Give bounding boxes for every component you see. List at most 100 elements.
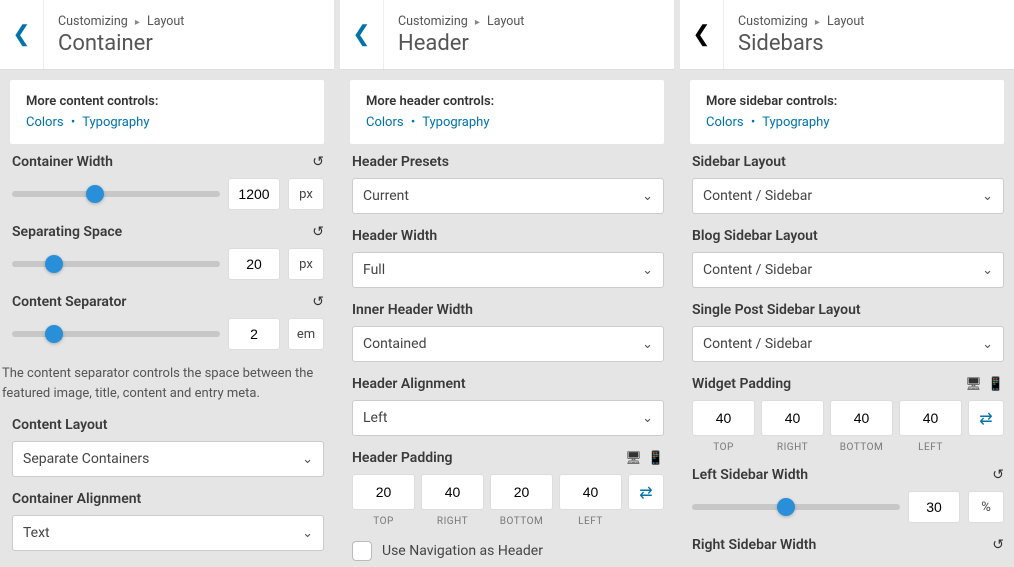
widget-padding-label: Widget Padding: [692, 376, 791, 392]
link-values-button[interactable]: ⇄: [628, 474, 664, 510]
chevron-down-icon: ⌄: [642, 337, 653, 352]
chevron-left-icon: ❮: [692, 22, 710, 47]
reset-icon[interactable]: ↺: [312, 224, 324, 240]
slider-thumb[interactable]: [777, 498, 795, 516]
help-text: The content separator controls the space…: [2, 364, 334, 417]
back-button[interactable]: ❮: [340, 0, 384, 69]
use-nav-checkbox[interactable]: [352, 541, 372, 561]
breadcrumb: Customizing ▸ Layout: [398, 14, 524, 29]
breadcrumb-root: Customizing: [738, 14, 808, 29]
select-value: Content / Sidebar: [703, 336, 812, 352]
widget-padding-right-input[interactable]: [761, 400, 824, 436]
separating-space-input[interactable]: [228, 248, 280, 280]
back-button[interactable]: ❮: [0, 0, 44, 69]
slider-thumb[interactable]: [86, 185, 104, 203]
header-presets-label: Header Presets: [352, 154, 449, 170]
content-layout-label: Content Layout: [12, 417, 107, 433]
link-typography[interactable]: Typography: [422, 115, 489, 130]
select-value: Separate Containers: [23, 451, 149, 467]
dot-separator: •: [411, 115, 415, 130]
chevron-down-icon: ⌄: [982, 337, 993, 352]
info-title: More sidebar controls:: [706, 94, 988, 109]
content-separator-slider[interactable]: [12, 331, 220, 337]
separating-space-label: Separating Space: [12, 224, 122, 240]
sidebar-layout-select[interactable]: Content / Sidebar ⌄: [692, 178, 1004, 214]
unit-box-em: em: [288, 318, 324, 350]
header-padding-right-input[interactable]: [421, 474, 484, 510]
link-typography[interactable]: Typography: [82, 115, 149, 130]
info-title: More header controls:: [366, 94, 648, 109]
link-values-button[interactable]: ⇄: [968, 400, 1004, 436]
link-colors[interactable]: Colors: [366, 115, 404, 130]
right-sidebar-width-label: Right Sidebar Width: [692, 537, 816, 553]
unit-box-percent: %: [968, 491, 1004, 523]
unit-box-px: px: [288, 178, 324, 210]
chevron-down-icon: ⌄: [642, 263, 653, 278]
chevron-down-icon: ⌄: [642, 189, 653, 204]
panel-header-container: ❮ Customizing ▸ Layout Container: [0, 0, 334, 70]
desktop-icon[interactable]: 🖥: [625, 451, 642, 466]
mobile-icon[interactable]: 📱: [988, 377, 1004, 392]
content-separator-input[interactable]: [228, 318, 280, 350]
header-padding-label: Header Padding: [352, 450, 453, 466]
reset-icon[interactable]: ↺: [992, 537, 1004, 553]
breadcrumb: Customizing ▸ Layout: [58, 14, 184, 29]
container-alignment-select[interactable]: Text ⌄: [12, 515, 324, 551]
desktop-icon[interactable]: 🖥: [965, 377, 982, 392]
left-sidebar-width-input[interactable]: [908, 491, 960, 523]
select-value: Current: [363, 188, 409, 204]
dot-separator: •: [751, 115, 755, 130]
link-colors[interactable]: Colors: [26, 115, 64, 130]
widget-padding-bottom-input[interactable]: [830, 400, 893, 436]
breadcrumb-root: Customizing: [58, 14, 128, 29]
panel-header-sidebars: ❮ Customizing ▸ Layout Sidebars: [680, 0, 1014, 70]
blog-sidebar-layout-select[interactable]: Content / Sidebar ⌄: [692, 252, 1004, 288]
single-post-sidebar-layout-select[interactable]: Content / Sidebar ⌄: [692, 326, 1004, 362]
header-width-select[interactable]: Full ⌄: [352, 252, 664, 288]
header-alignment-select[interactable]: Left ⌄: [352, 400, 664, 436]
unit-box-px: px: [288, 248, 324, 280]
breadcrumb-root: Customizing: [398, 14, 468, 29]
separating-space-slider[interactable]: [12, 261, 220, 267]
left-sidebar-width-label: Left Sidebar Width: [692, 467, 808, 483]
chevron-left-icon: ❮: [12, 22, 30, 47]
sidebar-layout-label: Sidebar Layout: [692, 154, 786, 170]
header-width-label: Header Width: [352, 228, 437, 244]
use-nav-label: Use Navigation as Header: [382, 543, 543, 559]
container-width-label: Container Width: [12, 154, 113, 170]
reset-icon[interactable]: ↺: [992, 467, 1004, 483]
chevron-down-icon: ⌄: [982, 263, 993, 278]
link-colors[interactable]: Colors: [706, 115, 744, 130]
container-alignment-label: Container Alignment: [12, 491, 141, 507]
reset-icon[interactable]: ↺: [312, 294, 324, 310]
widget-padding-top-input[interactable]: [692, 400, 755, 436]
padding-label-right: RIGHT: [421, 516, 484, 527]
inner-header-width-select[interactable]: Contained ⌄: [352, 326, 664, 362]
header-padding-left-input[interactable]: [559, 474, 622, 510]
header-presets-select[interactable]: Current ⌄: [352, 178, 664, 214]
slider-thumb[interactable]: [45, 325, 63, 343]
padding-label-top: TOP: [692, 442, 755, 453]
select-value: Text: [23, 525, 50, 541]
reset-icon[interactable]: ↺: [312, 154, 324, 170]
left-sidebar-width-slider[interactable]: [692, 504, 900, 510]
padding-label-top: TOP: [352, 516, 415, 527]
select-value: Full: [363, 262, 385, 278]
mobile-icon[interactable]: 📱: [648, 451, 664, 466]
back-button[interactable]: ❮: [680, 0, 724, 69]
select-value: Content / Sidebar: [703, 262, 812, 278]
info-box-header: More header controls: Colors • Typograph…: [350, 80, 664, 144]
inner-header-width-label: Inner Header Width: [352, 302, 473, 318]
content-layout-select[interactable]: Separate Containers ⌄: [12, 441, 324, 477]
caret-icon: ▸: [135, 17, 140, 28]
link-typography[interactable]: Typography: [762, 115, 829, 130]
widget-padding-left-input[interactable]: [899, 400, 962, 436]
slider-thumb[interactable]: [45, 255, 63, 273]
container-width-input[interactable]: [228, 178, 280, 210]
info-box-sidebars: More sidebar controls: Colors • Typograp…: [690, 80, 1004, 144]
chevron-down-icon: ⌄: [642, 411, 653, 426]
dot-separator: •: [71, 115, 75, 130]
header-padding-bottom-input[interactable]: [490, 474, 553, 510]
container-width-slider[interactable]: [12, 191, 220, 197]
header-padding-top-input[interactable]: [352, 474, 415, 510]
